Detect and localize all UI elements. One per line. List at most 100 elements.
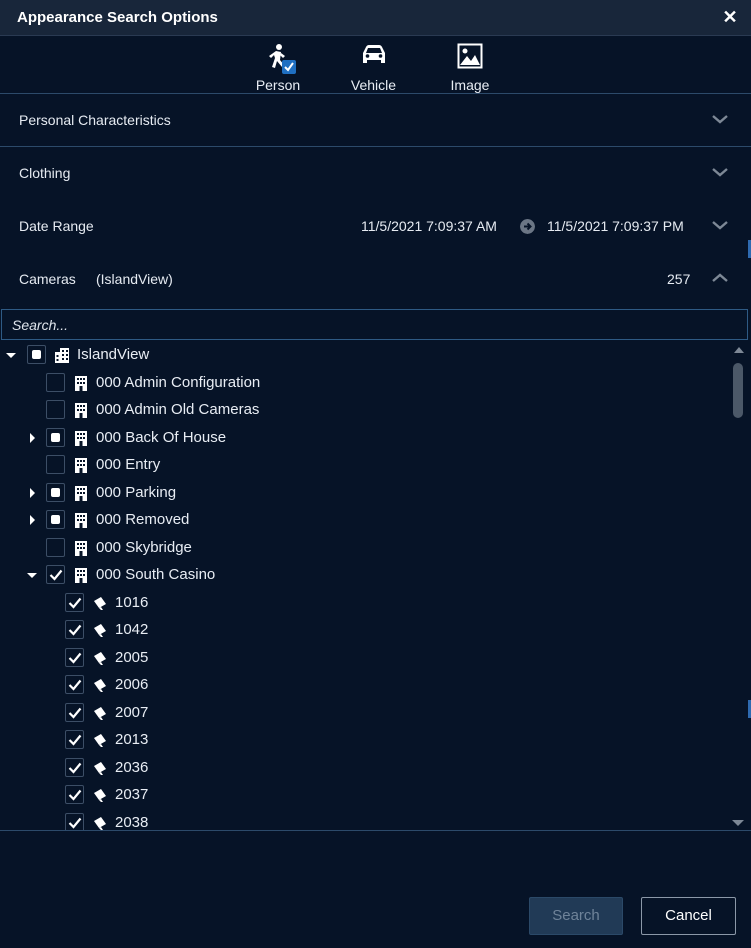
camera-icon: [94, 624, 106, 637]
tree-scrollbar[interactable]: [730, 341, 746, 830]
folder-row[interactable]: 000 Admin Old Cameras: [0, 396, 730, 423]
close-icon[interactable]: ✕: [721, 7, 739, 27]
section-cameras-label: Cameras: [19, 271, 76, 287]
checkbox[interactable]: [46, 400, 65, 419]
checkmark-icon: [68, 652, 82, 664]
tree-item-label: 000 Entry: [96, 456, 161, 473]
tree-item-label: 000 Skybridge: [96, 538, 192, 556]
tree-item-label: 2036: [115, 758, 149, 776]
building-icon: [75, 485, 87, 501]
camera-icon: [94, 651, 106, 665]
tree-item-label: 000 Back Of House: [96, 428, 227, 446]
checkmark-icon: [68, 734, 82, 746]
section-date-range-label: Date Range: [19, 218, 94, 234]
divider: [0, 830, 751, 831]
dialog-titlebar: Appearance Search Options ✕: [0, 0, 751, 36]
section-clothing-label: Clothing: [19, 165, 71, 181]
caret-right-icon[interactable]: [27, 515, 37, 525]
camera-icon: [94, 596, 106, 610]
checkbox[interactable]: [65, 675, 84, 694]
camera-icon: [94, 734, 106, 747]
checkbox[interactable]: [65, 592, 84, 612]
search-button[interactable]: Search: [529, 897, 623, 935]
folder-row[interactable]: 000 Parking: [0, 479, 730, 506]
folder-row[interactable]: 000 Skybridge: [0, 534, 730, 561]
checkbox[interactable]: [46, 427, 65, 447]
camera-search-box: [1, 309, 748, 340]
camera-row[interactable]: 2006: [0, 671, 730, 698]
checkbox[interactable]: [46, 482, 65, 502]
chevron-down-icon: [712, 115, 728, 124]
tree-item-label: 2007: [115, 703, 149, 721]
checkbox[interactable]: [65, 757, 84, 777]
search-type-vehicle[interactable]: Vehicle: [346, 40, 401, 94]
camera-row[interactable]: 2036: [0, 754, 730, 781]
camera-row[interactable]: 2037: [0, 781, 730, 808]
folder-row[interactable]: 000 Admin Configuration: [0, 369, 730, 396]
search-type-image-label: Image: [450, 77, 490, 93]
folder-row[interactable]: 000 Removed: [0, 506, 730, 533]
tree-item-label: 000 Parking: [96, 483, 177, 501]
date-range-from[interactable]: 11/5/2021 7:09:37 AM: [361, 218, 497, 234]
building-icon: [75, 430, 87, 446]
checkmark-icon: [68, 624, 82, 636]
checkbox[interactable]: [65, 730, 84, 749]
scroll-thumb[interactable]: [733, 363, 743, 418]
search-type-bar: Person Vehicle Image: [0, 36, 751, 94]
checkbox[interactable]: [27, 345, 46, 364]
checkbox[interactable]: [65, 620, 84, 639]
folder-row[interactable]: 000 South Casino: [0, 561, 730, 588]
section-personal-characteristics[interactable]: Personal Characteristics: [0, 94, 751, 147]
search-type-vehicle-label: Vehicle: [350, 77, 397, 93]
site-icon: [55, 348, 69, 363]
tree-item-label: 000 Admin Old Cameras: [96, 401, 260, 418]
image-icon: [457, 43, 483, 69]
checkbox[interactable]: [46, 372, 65, 392]
checkbox[interactable]: [46, 565, 65, 584]
section-personal-label: Personal Characteristics: [19, 112, 171, 128]
camera-icon: [94, 679, 106, 692]
site-row[interactable]: IslandView: [0, 341, 730, 368]
date-range-to[interactable]: 11/5/2021 7:09:37 PM: [547, 218, 684, 234]
checkbox[interactable]: [65, 812, 84, 830]
caret-down-icon[interactable]: [27, 570, 37, 580]
section-clothing[interactable]: Clothing: [0, 147, 751, 200]
camera-row[interactable]: 1016: [0, 589, 730, 616]
camera-tree: IslandView 000 Admin Configuration 000 Adm…: [0, 341, 730, 830]
folder-row[interactable]: 000 Back Of House: [0, 424, 730, 451]
checkmark-icon: [68, 762, 82, 774]
checkbox[interactable]: [46, 455, 65, 474]
tree-item-label: 000 Removed: [96, 511, 190, 528]
section-cameras[interactable]: Cameras (IslandView) 257: [0, 253, 751, 306]
checkmark-icon: [68, 789, 82, 801]
tree-item-label: IslandView: [77, 346, 150, 363]
search-type-image[interactable]: Image: [444, 40, 496, 94]
caret-down-icon[interactable]: [6, 350, 16, 360]
building-icon: [75, 403, 87, 418]
cancel-button[interactable]: Cancel: [641, 897, 736, 935]
caret-right-icon[interactable]: [27, 432, 37, 443]
section-date-range[interactable]: Date Range 11/5/2021 7:09:37 AM 11/5/202…: [0, 200, 751, 253]
scroll-down-arrow-icon[interactable]: [732, 820, 744, 826]
camera-row[interactable]: 2007: [0, 699, 730, 726]
tree-item-label: 2038: [115, 813, 149, 831]
checkbox[interactable]: [46, 537, 65, 557]
caret-right-icon[interactable]: [27, 487, 37, 498]
tree-item-label: 2013: [115, 731, 149, 748]
tree-item-label: 000 Admin Configuration: [96, 373, 261, 391]
checkbox[interactable]: [46, 510, 65, 529]
checkbox[interactable]: [65, 647, 84, 667]
folder-row[interactable]: 000 Entry: [0, 451, 730, 478]
camera-row[interactable]: 2038: [0, 809, 730, 831]
building-icon: [75, 513, 87, 528]
camera-row[interactable]: 1042: [0, 616, 730, 643]
camera-row[interactable]: 2005: [0, 644, 730, 671]
checkbox[interactable]: [65, 785, 84, 804]
camera-search-input[interactable]: [2, 310, 747, 339]
checkbox[interactable]: [65, 702, 84, 722]
scroll-up-arrow-icon[interactable]: [734, 347, 744, 353]
camera-row[interactable]: 2013: [0, 726, 730, 753]
checkmark-icon: [49, 569, 63, 581]
tree-item-label: 2005: [115, 648, 149, 666]
search-type-person[interactable]: Person: [253, 40, 303, 94]
